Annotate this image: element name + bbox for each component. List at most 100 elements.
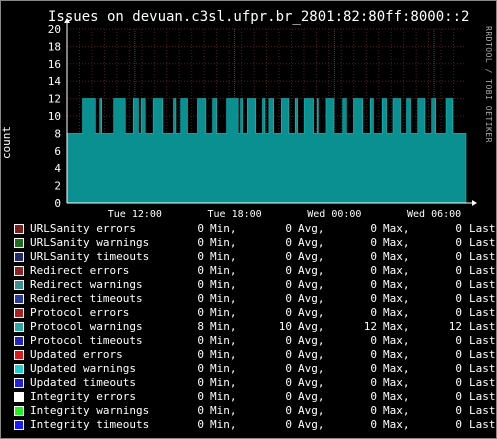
legend-row: Updated warnings 0 Min, 0 Avg, 0 Max, 0 Last [14, 362, 497, 376]
legend-avg-value: 0 [285, 250, 292, 263]
legend-series-name: Redirect timeouts [30, 292, 143, 305]
legend-swatch [14, 294, 24, 304]
legend-min-value: 0 [197, 250, 204, 263]
legend-series-name: Protocol warnings [30, 320, 143, 333]
legend-row: Integrity warnings 0 Min, 0 Avg, 0 Max, 0 Last [14, 404, 497, 418]
legend-min-value: 0 [197, 362, 204, 375]
legend-last-label: Last [469, 250, 496, 263]
legend-row: Redirect errors 0 Min, 0 Avg, 0 Max, 0 Last [14, 264, 497, 278]
legend-min-value: 0 [197, 390, 204, 403]
legend-avg-value: 0 [285, 362, 292, 375]
legend-avg-label: Avg, [298, 418, 325, 431]
y-tick-label: 4 [54, 162, 61, 175]
legend-min-value: 0 [197, 376, 204, 389]
legend-row: Protocol warnings 8 Min, 10 Avg, 12 Max, 12 Last [14, 320, 497, 334]
legend-max-label: Max, [383, 404, 410, 417]
legend-min-label: Min, [210, 250, 237, 263]
legend-max-value: 0 [370, 376, 377, 389]
legend-avg-value: 0 [285, 348, 292, 361]
y-tick-label: 0 [54, 197, 61, 210]
legend-avg-value: 0 [285, 278, 292, 291]
y-tick-label: 10 [48, 110, 61, 123]
legend-avg-label: Avg, [298, 348, 325, 361]
legend-min-label: Min, [210, 236, 237, 249]
legend-series-name: Integrity errors [30, 390, 136, 403]
legend-swatch [14, 392, 24, 402]
protocol-warnings-area [66, 98, 467, 204]
legend-max-label: Max, [383, 264, 410, 277]
legend-max-label: Max, [383, 348, 410, 361]
legend-swatch [14, 280, 24, 290]
legend-min-label: Min, [210, 362, 237, 375]
legend-row: URLSanity errors 0 Min, 0 Avg, 0 Max, 0 Last [14, 222, 497, 236]
legend-avg-value: 0 [285, 236, 292, 249]
legend-last-label: Last [469, 348, 496, 361]
legend-avg-label: Avg, [298, 320, 325, 333]
legend-swatch [14, 238, 24, 248]
legend-swatch [14, 364, 24, 374]
legend-avg-value: 0 [285, 306, 292, 319]
legend-row: URLSanity timeouts 0 Min, 0 Avg, 0 Max, 0 Last [14, 250, 497, 264]
legend-max-value: 0 [370, 278, 377, 291]
legend-min-label: Min, [210, 418, 237, 431]
legend-min-value: 0 [197, 264, 204, 277]
legend-max-label: Max, [383, 236, 410, 249]
legend-avg-label: Avg, [298, 292, 325, 305]
legend-min-value: 0 [197, 418, 204, 431]
x-tick-label: Tue 12:00 [108, 209, 162, 220]
legend-series-name: URLSanity warnings [30, 236, 150, 249]
legend-min-value: 0 [197, 292, 204, 305]
legend-max-value: 0 [370, 264, 377, 277]
legend-avg-label: Avg, [298, 250, 325, 263]
y-tick-label: 16 [48, 58, 61, 71]
legend-avg-label: Avg, [298, 362, 325, 375]
legend-last-value: 0 [455, 334, 462, 347]
x-axis-arrow [472, 200, 477, 206]
legend-row: Redirect warnings 0 Min, 0 Avg, 0 Max, 0 Last [14, 278, 497, 292]
legend-last-label: Last [469, 306, 496, 319]
legend-series-name: Updated timeouts [30, 376, 136, 389]
legend-avg-value: 10 [278, 320, 292, 333]
legend-avg-label: Avg, [298, 390, 325, 403]
legend-last-label: Last [469, 236, 496, 249]
legend-swatch [14, 378, 24, 388]
legend-last-value: 0 [455, 292, 462, 305]
y-tick-label: 14 [48, 75, 62, 88]
legend-last-value: 0 [455, 250, 462, 263]
legend-series-name: Redirect warnings [30, 278, 143, 291]
legend-last-value: 0 [455, 222, 462, 235]
legend-min-label: Min, [210, 264, 237, 277]
legend-max-value: 0 [370, 362, 377, 375]
legend-series-name: URLSanity timeouts [30, 250, 150, 263]
legend-last-value: 0 [455, 348, 462, 361]
legend-avg-value: 0 [285, 390, 292, 403]
legend-min-value: 0 [197, 278, 204, 291]
legend-last-label: Last [469, 222, 496, 235]
legend-max-label: Max, [383, 390, 410, 403]
legend-min-value: 0 [197, 404, 204, 417]
legend-last-label: Last [469, 334, 496, 347]
legend-row: URLSanity warnings 0 Min, 0 Avg, 0 Max, 0 Last [14, 236, 497, 250]
legend-avg-value: 0 [285, 376, 292, 389]
legend-min-label: Min, [210, 292, 237, 305]
legend-max-value: 0 [370, 222, 377, 235]
legend-max-value: 0 [370, 390, 377, 403]
legend-max-value: 0 [370, 404, 377, 417]
legend-avg-value: 0 [285, 292, 292, 305]
legend-last-label: Last [469, 404, 496, 417]
legend-min-label: Min, [210, 348, 237, 361]
legend-min-label: Min, [210, 320, 237, 333]
legend-max-value: 0 [370, 418, 377, 431]
legend-min-value: 0 [197, 222, 204, 235]
legend-avg-label: Avg, [298, 306, 325, 319]
legend-last-value: 0 [455, 236, 462, 249]
legend-last-value: 0 [455, 278, 462, 291]
legend-series-name: Integrity warnings [30, 404, 150, 417]
legend-min-value: 0 [197, 334, 204, 347]
legend-max-value: 0 [370, 292, 377, 305]
legend-series-name: Updated errors [30, 348, 123, 361]
legend-last-value: 12 [448, 320, 462, 333]
legend-series-name: Redirect errors [30, 264, 130, 277]
legend-max-label: Max, [383, 334, 410, 347]
legend-last-label: Last [469, 376, 496, 389]
